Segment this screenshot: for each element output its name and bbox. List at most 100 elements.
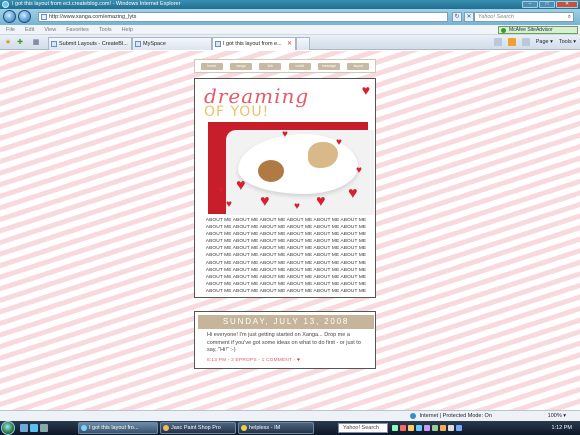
heart-icon: ♥	[260, 193, 270, 210]
nav-home[interactable]: home	[200, 62, 223, 70]
heart-icon: ♥	[236, 177, 246, 194]
address-toolbar: ‹ › http://www.xanga.com/emazing_lyts ↻ …	[0, 9, 580, 25]
security-zone[interactable]: Internet | Protected Mode: On	[410, 411, 492, 421]
about-me-text: ABOUT ME ABOUT ME ABOUT ME ABOUT ME ABOU…	[205, 218, 367, 294]
heart-icon: ♥	[336, 137, 342, 148]
page-icon	[41, 14, 47, 20]
tray-icon[interactable]	[400, 425, 406, 431]
heart-icon[interactable]: ♥	[297, 358, 300, 363]
heart-icon: ♥	[226, 199, 232, 210]
zone-label: Internet | Protected Mode: On	[419, 413, 492, 419]
switch-windows-icon[interactable]	[40, 424, 48, 432]
menu-help[interactable]: Help	[122, 25, 133, 34]
heart-icon: ♥	[348, 185, 358, 202]
window-controls: – □ ✕	[522, 1, 578, 8]
print-icon[interactable]	[521, 38, 530, 47]
task-label: Jasc Paint Shop Pro	[171, 425, 221, 431]
show-desktop-icon[interactable]	[20, 424, 28, 432]
header-subtitle: OF YOU!	[204, 104, 270, 120]
minimize-button[interactable]: –	[522, 1, 538, 8]
task-label: helpless - IM	[249, 425, 281, 431]
search-icon[interactable]: ⌕	[568, 13, 571, 21]
tab-page-icon	[215, 41, 221, 47]
tab-label: Submit Layouts - CreateBl...	[59, 41, 128, 47]
nav-credit[interactable]: credit	[288, 62, 311, 70]
paintshop-icon	[163, 425, 169, 431]
tray-icon[interactable]	[424, 425, 430, 431]
tray-icon[interactable]	[432, 425, 438, 431]
globe-icon	[410, 412, 416, 419]
close-button[interactable]: ✕	[556, 1, 578, 8]
nav-xanga[interactable]: xanga	[229, 62, 252, 70]
menu-view[interactable]: View	[44, 25, 56, 34]
favorites-star-icon[interactable]: ★	[3, 38, 13, 47]
tab-myspace[interactable]: MySpace	[132, 37, 212, 50]
menu-file[interactable]: File	[6, 25, 15, 34]
command-bar: Page ▾ Tools ▾	[493, 38, 576, 47]
nav-link[interactable]: link	[259, 62, 282, 70]
tab-label: MySpace	[143, 41, 166, 47]
close-tab-icon[interactable]: ✕	[287, 38, 292, 50]
tab-page-icon	[135, 41, 141, 47]
clock[interactable]: 1:12 PM	[552, 421, 572, 435]
profile-card: ♥ ♥ ♥ ♥ ♥ ♥ ♥ ♥ ♥ ♥ dreaming OF YOU! ♥ A…	[194, 78, 376, 298]
taskbar-search[interactable]: Yahoo! Search	[338, 423, 388, 433]
heart-icon: ♥	[361, 82, 370, 98]
menu-favorites[interactable]: Favorites	[66, 25, 89, 34]
menu-edit[interactable]: Edit	[25, 25, 34, 34]
ie-icon	[2, 1, 9, 8]
task-ie[interactable]: I got this layout fro...	[78, 422, 158, 434]
heart-icon: ♥	[356, 165, 362, 176]
siteadvisor-button[interactable]: McAfee SiteAdvisor	[498, 26, 578, 34]
puppy-head	[258, 160, 284, 182]
zoom-control[interactable]: 100% ▾	[548, 411, 566, 421]
tray-icon[interactable]	[416, 425, 422, 431]
tray-icon[interactable]	[440, 425, 446, 431]
search-input[interactable]: Yahoo! Search ⌕	[474, 12, 574, 22]
nav-layout[interactable]: layout	[347, 62, 370, 70]
task-paintshop[interactable]: Jasc Paint Shop Pro	[160, 422, 236, 434]
maximize-button[interactable]: □	[539, 1, 555, 8]
im-icon	[241, 425, 247, 431]
post-date: SUNDAY, JULY 13, 2008	[198, 315, 374, 329]
search-placeholder: Yahoo! Search	[478, 14, 514, 20]
task-label: I got this layout fro...	[89, 425, 139, 431]
home-icon[interactable]	[493, 38, 502, 47]
address-tools: ↻ ✕	[452, 12, 474, 22]
menu-bar: File Edit View Favorites Tools Help	[0, 25, 580, 35]
add-favorites-icon[interactable]: ✚	[15, 38, 25, 47]
forward-icon[interactable]: ›	[18, 10, 31, 23]
status-bar: Internet | Protected Mode: On 100% ▾	[0, 410, 580, 421]
post-meta-links[interactable]: 6:13 PM - 2 EPROPS - 1 COMMENT -	[207, 358, 295, 363]
quick-tabs-icon[interactable]: ▦	[31, 38, 41, 47]
start-button[interactable]	[1, 421, 15, 435]
ie-quicklaunch-icon[interactable]	[30, 424, 38, 432]
heart-icon: ♥	[294, 201, 300, 212]
taskbar: I got this layout fro... Jasc Paint Shop…	[0, 421, 580, 435]
ie-icon	[81, 425, 87, 431]
back-icon[interactable]: ‹	[3, 10, 16, 23]
heart-icon: ♥	[316, 193, 326, 210]
tab-current[interactable]: I got this layout from e... ✕	[212, 37, 296, 50]
feeds-icon[interactable]	[507, 38, 516, 47]
heart-icon: ♥	[218, 185, 224, 196]
stop-icon[interactable]: ✕	[464, 12, 474, 22]
task-im[interactable]: helpless - IM	[238, 422, 314, 434]
refresh-icon[interactable]: ↻	[452, 12, 462, 22]
header-image: ♥ ♥ ♥ ♥ ♥ ♥ ♥ ♥ ♥ ♥ dreaming OF YOU! ♥	[198, 82, 374, 215]
page-menu[interactable]: Page ▾	[536, 38, 553, 47]
window-titlebar: I got this layout from ect.createblog.co…	[0, 0, 580, 9]
address-bar[interactable]: http://www.xanga.com/emazing_lyts	[38, 12, 448, 22]
new-tab-button[interactable]	[296, 37, 310, 50]
volume-icon[interactable]	[448, 425, 454, 431]
post-meta: 6:13 PM - 2 EPROPS - 1 COMMENT - ♥	[207, 358, 300, 364]
tray-icon[interactable]	[392, 425, 398, 431]
network-icon[interactable]	[456, 425, 462, 431]
nav-message[interactable]: message	[317, 62, 340, 70]
address-url: http://www.xanga.com/emazing_lyts	[49, 14, 137, 20]
tray-icon[interactable]	[408, 425, 414, 431]
tab-submit-layouts[interactable]: Submit Layouts - CreateBl...	[48, 37, 132, 50]
tools-menu[interactable]: Tools ▾	[559, 38, 576, 47]
menu-tools[interactable]: Tools	[99, 25, 112, 34]
page-content: home xanga link credit message layout ♥ …	[0, 51, 580, 410]
